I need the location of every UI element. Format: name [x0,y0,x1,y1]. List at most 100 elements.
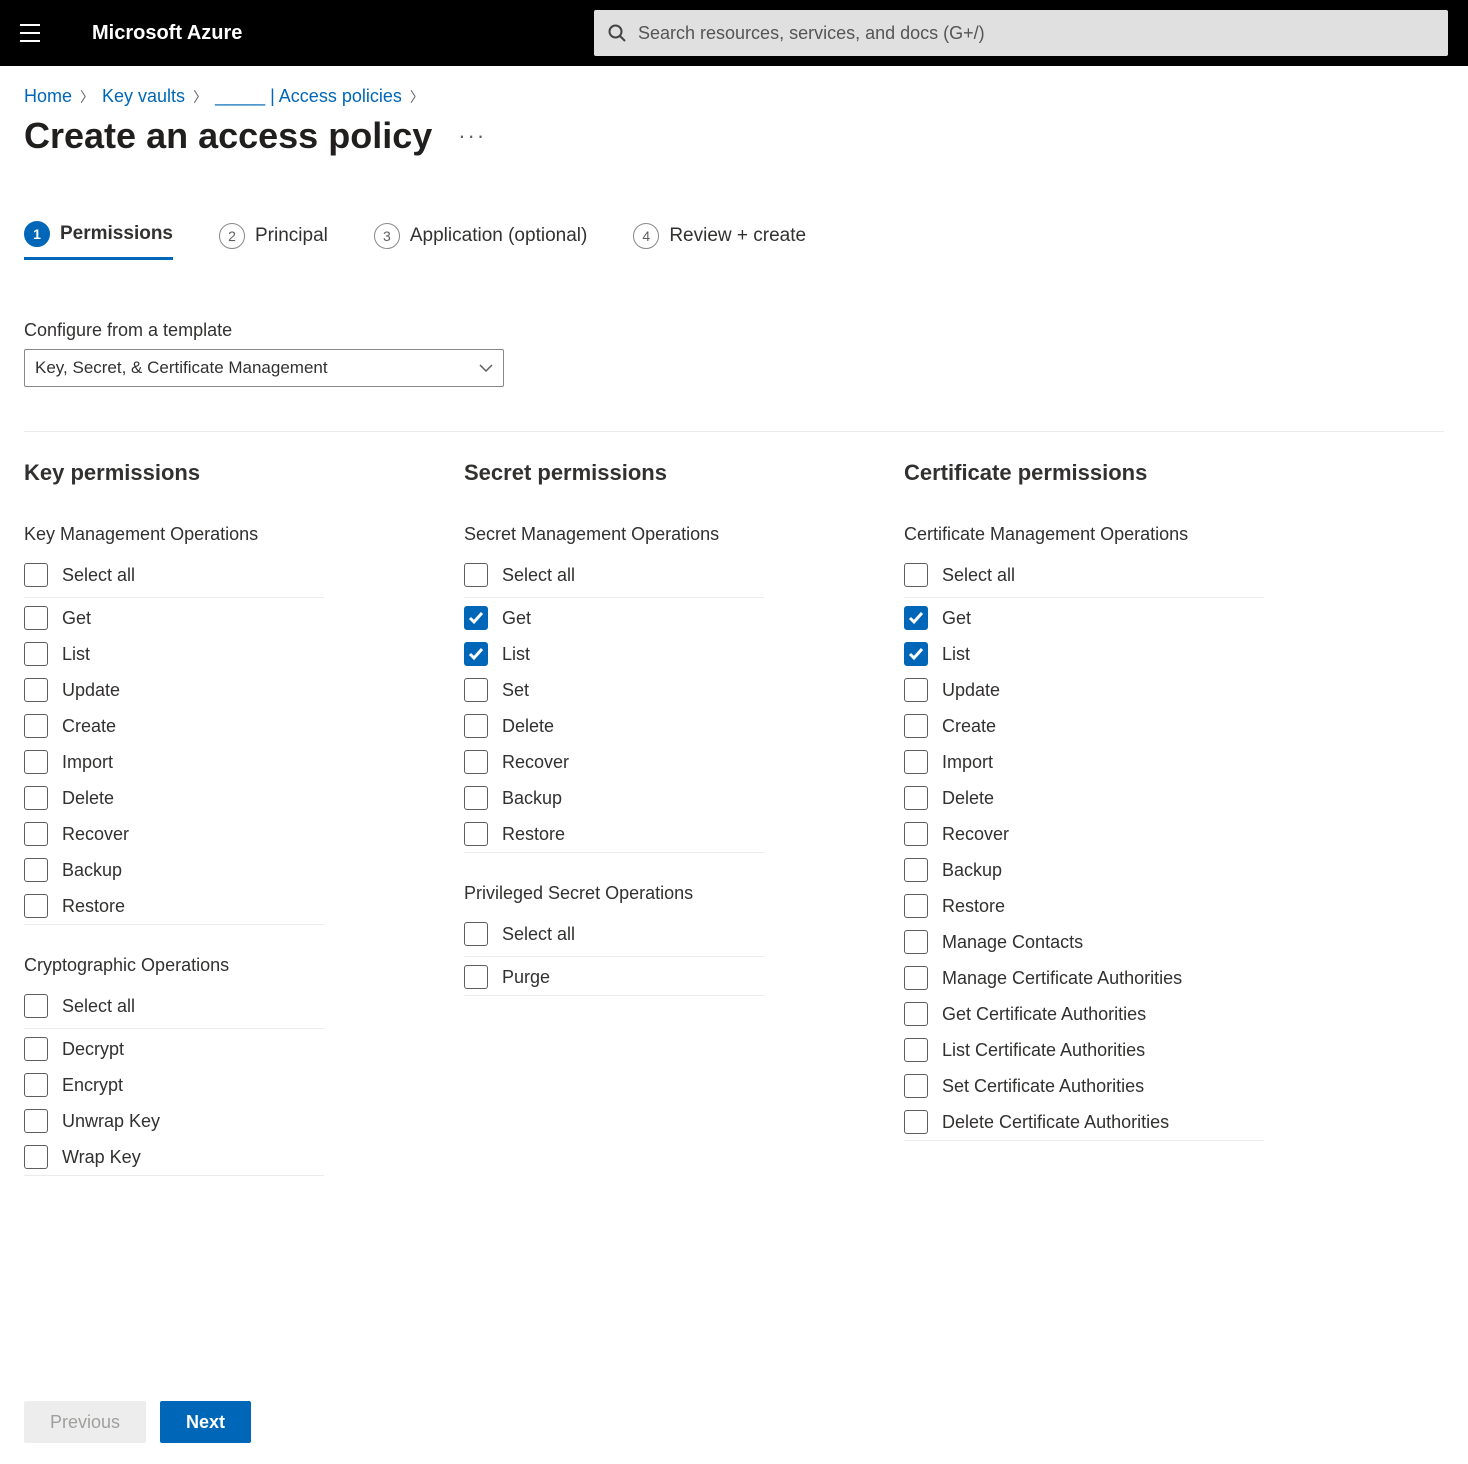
checkbox[interactable] [904,1038,928,1062]
select-all-row[interactable]: Select all [904,557,1264,598]
permission-row[interactable]: Unwrap Key [24,1103,324,1139]
permission-row[interactable]: Restore [904,888,1264,924]
permission-label: Delete Certificate Authorities [942,1112,1169,1133]
checkbox[interactable] [464,642,488,666]
permission-row[interactable]: Decrypt [24,1031,324,1067]
permission-row[interactable]: Get Certificate Authorities [904,996,1264,1032]
permission-row[interactable]: Create [24,708,324,744]
checkbox[interactable] [464,822,488,846]
checkbox[interactable] [24,1037,48,1061]
breadcrumb-keyvaults[interactable]: Key vaults [102,86,185,107]
checkbox[interactable] [904,858,928,882]
checkbox[interactable] [464,922,488,946]
checkbox[interactable] [464,678,488,702]
checkbox[interactable] [24,858,48,882]
checkbox[interactable] [24,642,48,666]
template-select[interactable]: Key, Secret, & Certificate Management [24,349,504,387]
checkbox[interactable] [464,750,488,774]
checkbox[interactable] [904,786,928,810]
permission-row[interactable]: Wrap Key [24,1139,324,1176]
permission-row[interactable]: Get [24,600,324,636]
checkbox[interactable] [24,563,48,587]
next-button[interactable]: Next [160,1401,251,1443]
permission-row[interactable]: Backup [24,852,324,888]
hamburger-icon[interactable] [10,13,50,53]
checkbox[interactable] [24,750,48,774]
select-all-row[interactable]: Select all [464,916,764,957]
select-all-row[interactable]: Select all [24,988,324,1029]
permission-row[interactable]: Delete Certificate Authorities [904,1104,1264,1141]
step-3[interactable]: 3Application (optional) [374,221,587,260]
more-icon[interactable]: ··· [458,123,486,149]
checkbox[interactable] [464,965,488,989]
global-search[interactable] [594,10,1448,56]
checkbox[interactable] [904,930,928,954]
wizard-footer: Previous Next [0,1380,1468,1464]
permission-row[interactable]: Get [464,600,764,636]
checkbox[interactable] [904,822,928,846]
permission-row[interactable]: Update [904,672,1264,708]
permission-row[interactable]: Restore [24,888,324,925]
checkbox[interactable] [24,1145,48,1169]
group-title: Cryptographic Operations [24,955,324,976]
step-1[interactable]: 1Permissions [24,221,173,260]
checkbox[interactable] [24,1073,48,1097]
permission-row[interactable]: List Certificate Authorities [904,1032,1264,1068]
permission-row[interactable]: Create [904,708,1264,744]
permission-row[interactable]: Manage Contacts [904,924,1264,960]
permission-row[interactable]: Get [904,600,1264,636]
permission-row[interactable]: Delete [464,708,764,744]
column-title: Certificate permissions [904,460,1264,486]
permission-row[interactable]: List [464,636,764,672]
checkbox[interactable] [904,714,928,738]
checkbox[interactable] [464,786,488,810]
checkbox[interactable] [24,894,48,918]
checkbox[interactable] [904,563,928,587]
step-2[interactable]: 2Principal [219,221,328,260]
checkbox[interactable] [24,606,48,630]
checkbox[interactable] [904,1002,928,1026]
checkbox[interactable] [24,822,48,846]
select-all-row[interactable]: Select all [464,557,764,598]
checkbox[interactable] [24,1109,48,1133]
checkbox[interactable] [904,750,928,774]
breadcrumb-home[interactable]: Home [24,86,72,107]
permission-row[interactable]: Backup [464,780,764,816]
checkbox[interactable] [464,714,488,738]
permission-row[interactable]: Recover [904,816,1264,852]
permission-row[interactable]: Set Certificate Authorities [904,1068,1264,1104]
checkbox[interactable] [904,1110,928,1134]
permission-row[interactable]: Set [464,672,764,708]
permissions-column: Certificate permissionsCertificate Manag… [904,460,1264,1176]
permission-row[interactable]: List [24,636,324,672]
permission-row[interactable]: Backup [904,852,1264,888]
checkbox[interactable] [904,642,928,666]
permission-row[interactable]: Import [904,744,1264,780]
checkbox[interactable] [464,606,488,630]
checkbox[interactable] [24,994,48,1018]
checkbox[interactable] [904,894,928,918]
permission-row[interactable]: Recover [464,744,764,780]
search-input[interactable] [638,23,1434,44]
permission-row[interactable]: Purge [464,959,764,996]
checkbox[interactable] [24,678,48,702]
checkbox[interactable] [904,1074,928,1098]
permission-row[interactable]: Encrypt [24,1067,324,1103]
step-4[interactable]: 4Review + create [633,221,806,260]
checkbox[interactable] [904,966,928,990]
permission-row[interactable]: Manage Certificate Authorities [904,960,1264,996]
permission-row[interactable]: Import [24,744,324,780]
permission-row[interactable]: Recover [24,816,324,852]
permission-row[interactable]: Delete [24,780,324,816]
checkbox[interactable] [464,563,488,587]
checkbox[interactable] [904,606,928,630]
select-all-row[interactable]: Select all [24,557,324,598]
permission-row[interactable]: Update [24,672,324,708]
permission-row[interactable]: List [904,636,1264,672]
permission-row[interactable]: Restore [464,816,764,853]
checkbox[interactable] [24,786,48,810]
checkbox[interactable] [904,678,928,702]
checkbox[interactable] [24,714,48,738]
permission-row[interactable]: Delete [904,780,1264,816]
breadcrumb-access-policies[interactable]: _____ | Access policies [215,86,402,107]
